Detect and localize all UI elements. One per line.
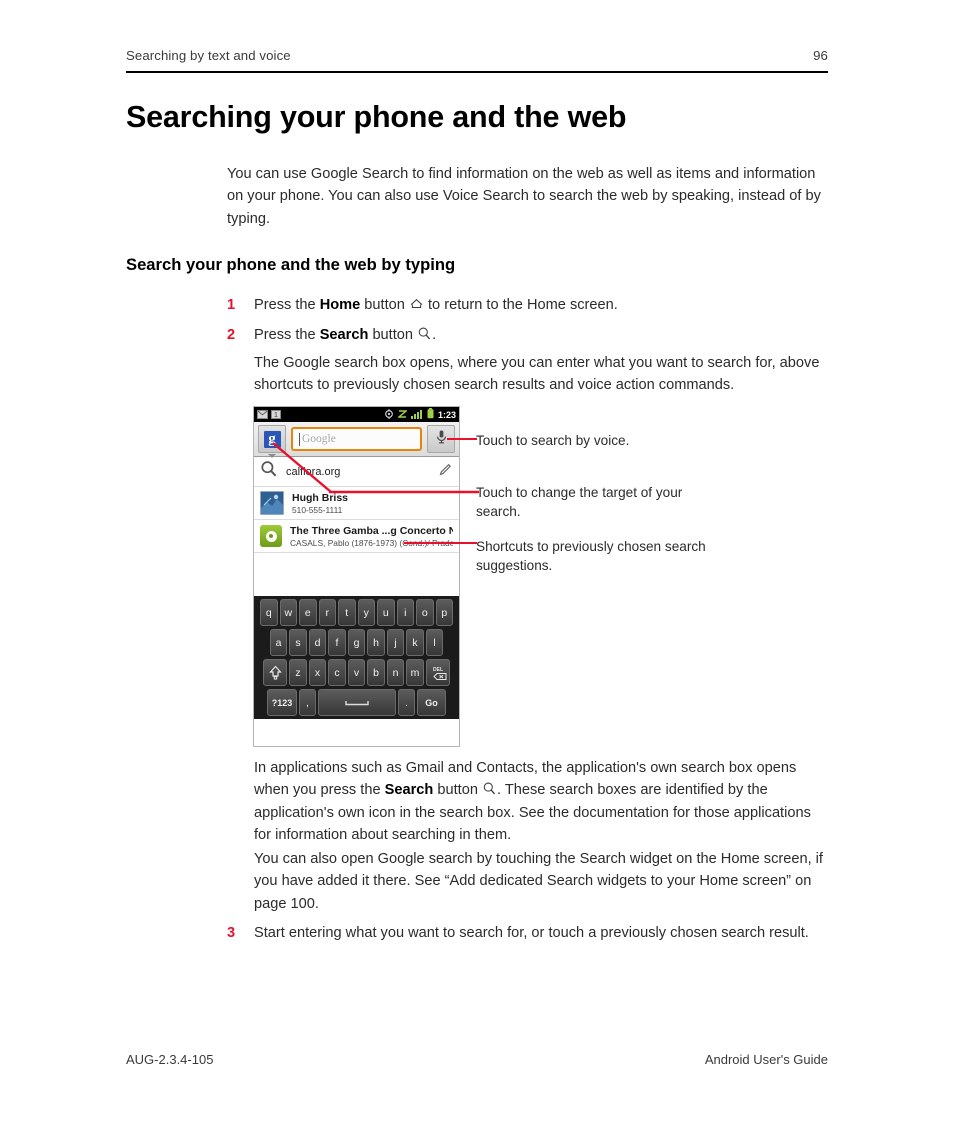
key-o[interactable]: o [416,599,434,626]
step-text: Start entering what you want to search f… [254,925,809,941]
key-e[interactable]: e [299,599,317,626]
leader-line-target [272,442,479,494]
home-icon [409,296,424,311]
status-bar-indicators: 1:23 [384,407,456,424]
suggestion-title: The Three Gamba ...g Concerto No. 4 [290,524,453,537]
sync-icon [397,407,408,424]
status-bar-clock: 1:23 [437,409,456,420]
key-w[interactable]: w [279,599,297,626]
svg-text:DEL: DEL [433,667,443,673]
key-u[interactable]: u [377,599,395,626]
keyboard-row-2: a s d f g h j k l [256,629,457,656]
callout-target: Touch to change the target of your searc… [476,485,683,519]
key-f[interactable]: f [328,629,346,656]
step-text: Press the Home button to return to the H… [254,294,827,316]
step-2-followup: The Google search box opens, where you c… [254,355,820,394]
key-c[interactable]: c [328,659,346,686]
key-v[interactable]: v [347,659,366,686]
section-heading: Search your phone and the web by typing [126,255,456,274]
notification-count-icon: 1 [271,407,281,424]
running-header: Searching by text and voice 96 [126,48,828,63]
svg-text:1: 1 [274,412,278,419]
paragraph-apps-bold: Search [384,782,434,799]
symbols-key[interactable]: ?123 [267,689,297,716]
period-key[interactable]: . [398,689,415,716]
key-g[interactable]: g [347,629,366,656]
intro-paragraph: You can use Google Search to find inform… [227,166,821,227]
suggestion-empty-area [254,553,459,596]
key-x[interactable]: x [308,659,327,686]
leader-line-shortcuts [404,542,477,544]
delete-key-icon[interactable]: DEL [425,659,450,686]
page-footer: AUG-2.3.4-105 Android User's Guide [126,1052,828,1067]
keyboard-row-4: ?123 , . Go [256,689,457,716]
keyboard-row-1: q w e r t y u i o p [256,599,457,626]
paragraph-applications: In applications such as Gmail and Contac… [254,757,829,847]
step-3: 3 Start entering what you want to search… [227,922,827,944]
key-n[interactable]: n [386,659,405,686]
footer-right: Android User's Guide [704,1052,828,1067]
search-icon [482,781,497,796]
step-text-pre: Press the [254,327,320,343]
key-m[interactable]: m [406,659,424,686]
key-j[interactable]: j [386,629,405,656]
step-text-bold: Search [319,327,369,343]
step-number: 3 [227,925,236,941]
battery-icon [427,407,434,424]
key-q[interactable]: q [260,599,278,626]
suggestion-subtitle: 510-555-1111 [292,504,343,515]
step-text-bold: Home [319,297,361,313]
step-text-pre: Press the [254,297,320,313]
disc-glyph [265,530,277,542]
shift-icon[interactable] [263,659,288,686]
suggestion-text: The Three Gamba ...g Concerto No. 4 CASA… [290,525,453,548]
step-2: 2 Press the Search button . [227,324,827,346]
album-art-icon [260,525,282,547]
key-d[interactable]: d [308,629,327,656]
key-r[interactable]: r [318,599,336,626]
space-key[interactable] [318,689,396,716]
paragraph-apps-part2: button [433,782,482,799]
signal-icon [410,407,423,424]
key-s[interactable]: s [289,629,307,656]
suggestion-row-music[interactable]: The Three Gamba ...g Concerto No. 4 CASA… [254,520,459,553]
key-k[interactable]: k [406,629,424,656]
running-header-title: Searching by text and voice [126,48,291,63]
comma-key[interactable]: , [299,689,316,716]
document-page: Searching by text and voice 96 Searching… [0,0,954,1145]
page-number: 96 [813,48,828,63]
step-text-mid: button [360,297,409,313]
on-screen-keyboard: q w e r t y u i o p a s d f g h j k l z … [254,596,459,719]
key-t[interactable]: t [338,599,356,626]
key-i[interactable]: i [396,599,414,626]
status-bar-notifications: 1 [257,407,281,424]
page-title: Searching your phone and the web [126,100,627,134]
phone-status-bar: 1 1:23 [254,407,459,422]
key-z[interactable]: z [289,659,307,686]
step-text: Press the Search button . [254,324,827,346]
go-key[interactable]: Go [417,689,446,716]
gps-icon [384,407,394,424]
key-l[interactable]: l [425,629,444,656]
callout-voice: Touch to search by voice. [476,433,630,448]
footer-left: AUG-2.3.4-105 [126,1052,214,1067]
key-h[interactable]: h [367,629,385,656]
paragraph-widget: You can also open Google search by touch… [254,851,823,912]
key-y[interactable]: y [357,599,375,626]
step-number: 1 [227,297,236,313]
step-text-post: to return to the Home screen. [423,297,618,313]
search-icon [417,326,432,341]
key-b[interactable]: b [367,659,385,686]
step-number: 2 [227,327,236,343]
callout-shortcuts: Shortcuts to previously chosen search su… [476,539,706,573]
gmail-icon [257,407,268,424]
step-1: 1 Press the Home button to return to the… [227,294,827,316]
key-a[interactable]: a [269,629,288,656]
step-text-post: . [432,327,437,343]
keyboard-row-3: z x c v b n m DEL [256,659,457,686]
key-p[interactable]: p [435,599,453,626]
header-rule [126,71,828,73]
step-text-mid: button [368,327,418,343]
